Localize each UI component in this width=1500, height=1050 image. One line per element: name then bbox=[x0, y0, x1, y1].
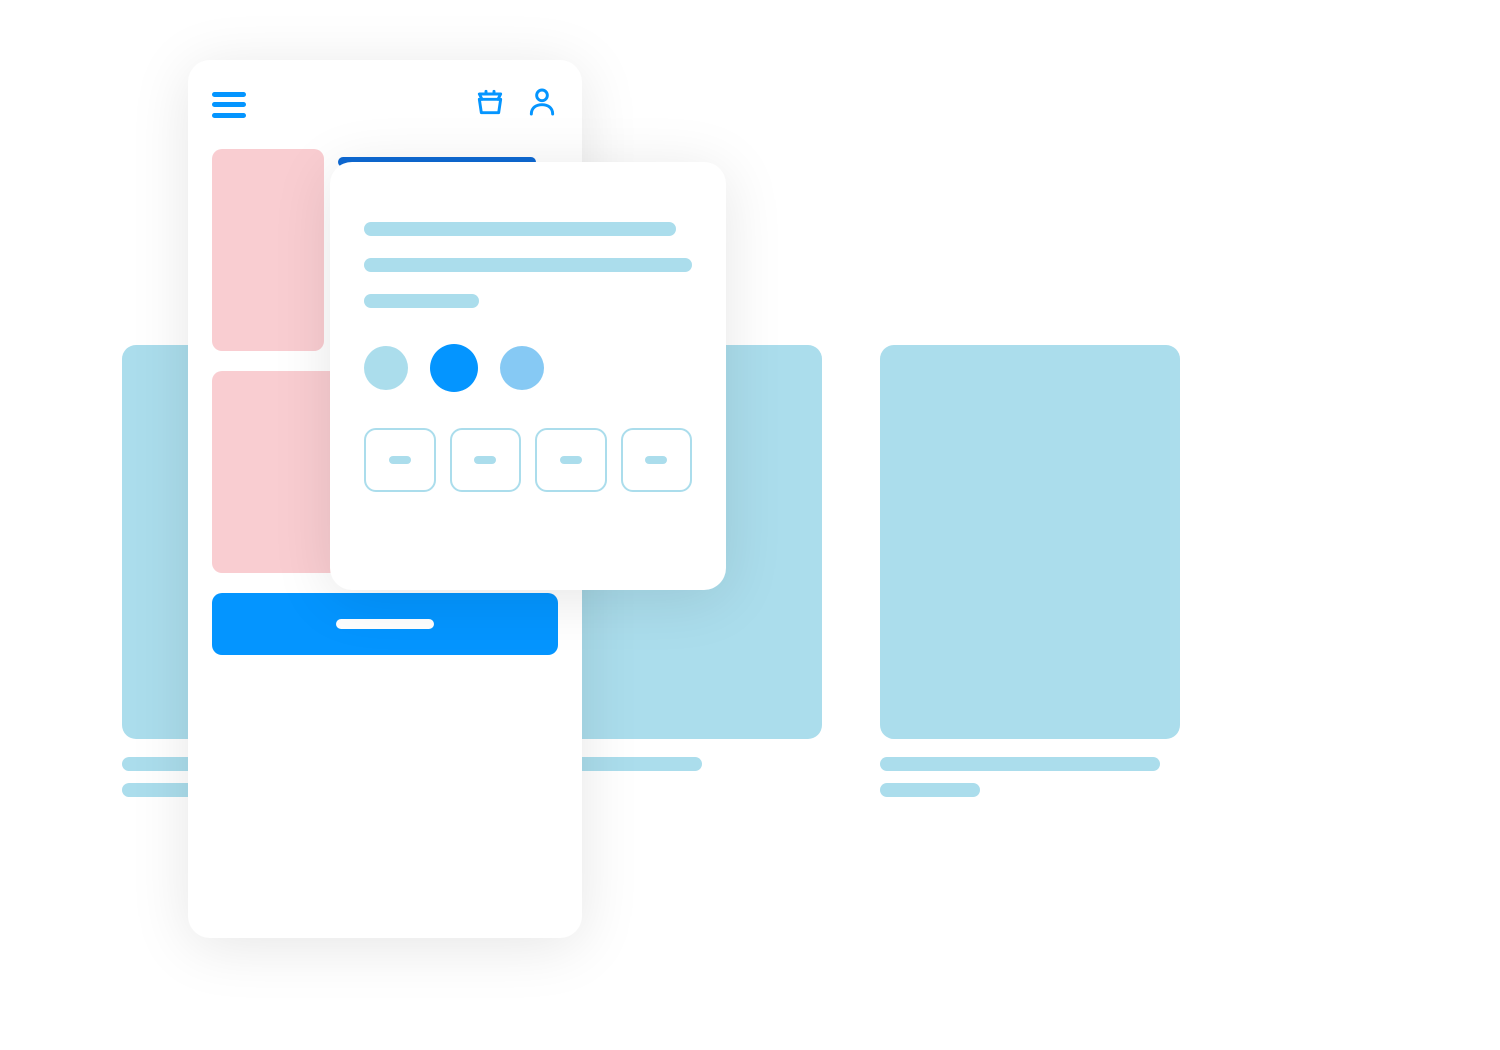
popup-text-placeholder bbox=[364, 294, 479, 308]
product-subtitle-placeholder bbox=[880, 783, 980, 797]
option-label-placeholder bbox=[389, 456, 411, 464]
color-swatch-selected[interactable] bbox=[430, 344, 478, 392]
color-swatch-group bbox=[364, 346, 692, 392]
size-option-group bbox=[364, 428, 692, 492]
product-detail-popup bbox=[330, 162, 726, 590]
wireframe-diagram bbox=[0, 0, 1500, 1050]
size-option[interactable] bbox=[535, 428, 607, 492]
user-icon[interactable] bbox=[526, 86, 558, 123]
menu-icon[interactable] bbox=[212, 92, 246, 118]
color-swatch[interactable] bbox=[500, 346, 544, 390]
button-label-placeholder bbox=[336, 619, 434, 629]
option-label-placeholder bbox=[645, 456, 667, 464]
size-option[interactable] bbox=[450, 428, 522, 492]
size-option[interactable] bbox=[621, 428, 693, 492]
popup-text-placeholder bbox=[364, 258, 692, 272]
load-more-button[interactable] bbox=[212, 593, 558, 655]
option-label-placeholder bbox=[474, 456, 496, 464]
color-swatch[interactable] bbox=[364, 346, 408, 390]
header-actions bbox=[474, 86, 558, 123]
product-image-placeholder bbox=[880, 345, 1180, 739]
option-label-placeholder bbox=[560, 456, 582, 464]
basket-icon[interactable] bbox=[474, 86, 506, 123]
product-thumbnail-placeholder bbox=[212, 149, 324, 351]
size-option[interactable] bbox=[364, 428, 436, 492]
mobile-header bbox=[212, 86, 558, 123]
product-title-placeholder bbox=[880, 757, 1160, 771]
popup-title-placeholder bbox=[364, 222, 676, 236]
background-product-card bbox=[880, 345, 1180, 797]
